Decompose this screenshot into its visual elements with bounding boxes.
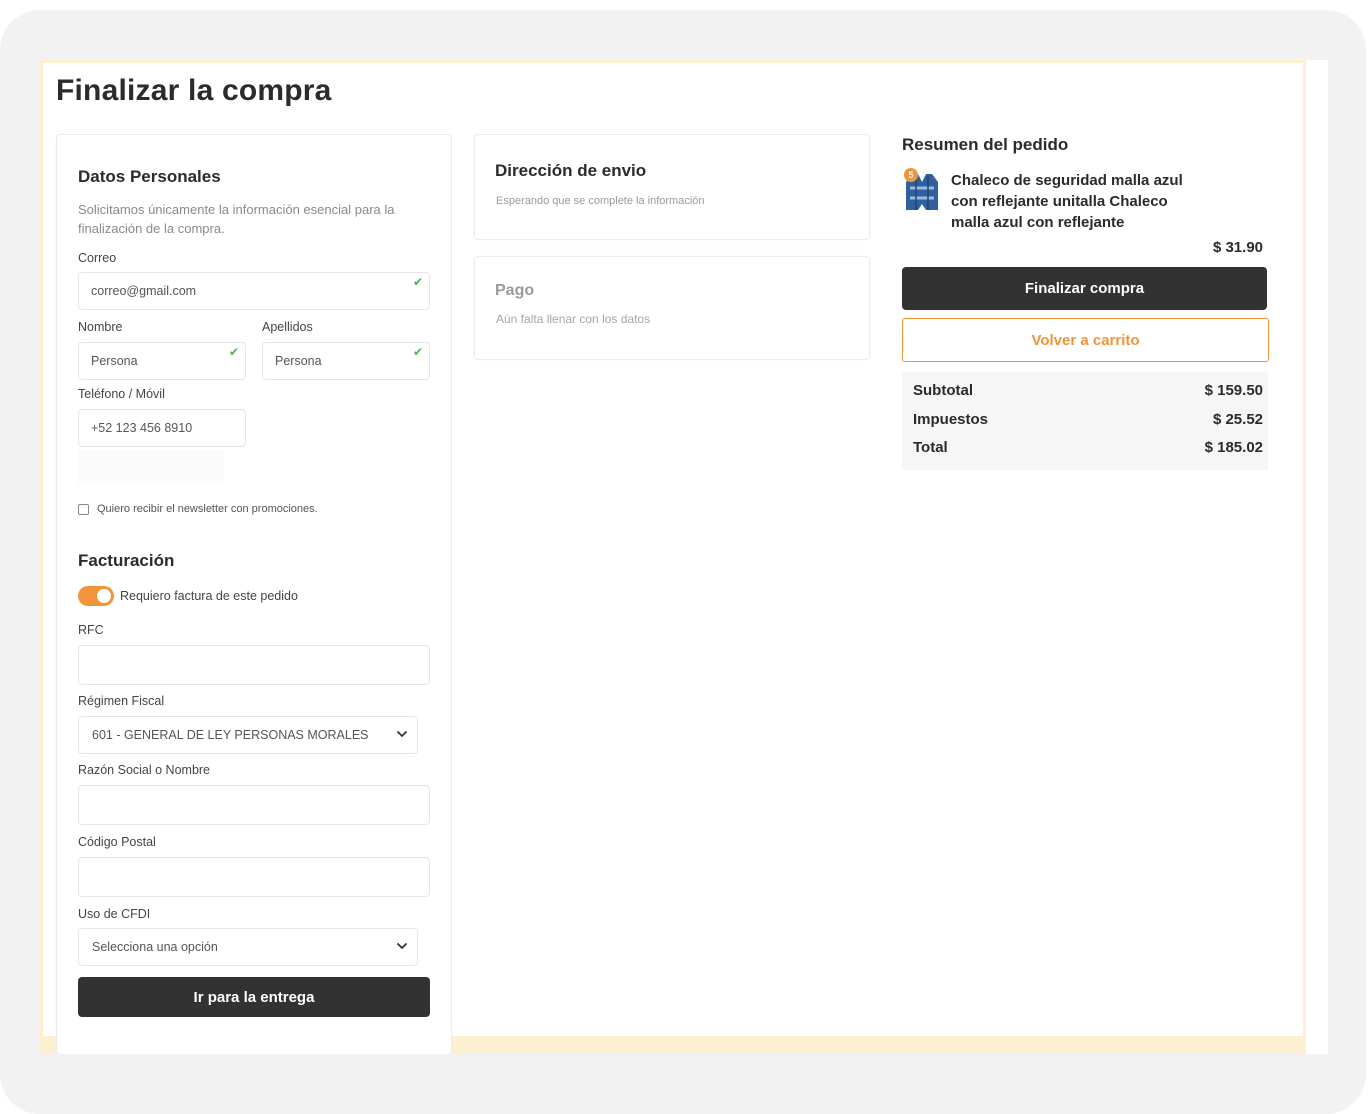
go-to-delivery-button[interactable]: Ir para la entrega	[78, 977, 430, 1017]
quantity-badge: 5	[904, 168, 918, 182]
cp-field[interactable]	[78, 857, 430, 897]
toggle-knob	[97, 589, 111, 603]
personal-description: Solicitamos únicamente la información es…	[78, 202, 395, 236]
shipping-status: Esperando que se complete la información	[496, 195, 705, 207]
right-margin	[1306, 60, 1328, 1054]
rfc-label: RFC	[78, 623, 104, 637]
email-label: Correo	[78, 251, 117, 265]
subtotal-value: $ 159.50	[1204, 382, 1263, 399]
regimen-select[interactable]: 601 - GENERAL DE LEY PERSONAS MORALES	[78, 716, 418, 754]
taxes-label: Impuestos	[913, 411, 989, 428]
summary-heading: Resumen del pedido	[902, 135, 1069, 154]
personal-heading: Datos Personales	[78, 167, 221, 186]
rfc-field[interactable]	[78, 645, 430, 685]
payment-card	[474, 256, 870, 360]
invoice-toggle-label: Requiero factura de este pedido	[120, 589, 298, 603]
taxes-value: $ 25.52	[1212, 411, 1263, 428]
total-value: $ 185.02	[1204, 439, 1263, 456]
razon-label: Razón Social o Nombre	[78, 763, 211, 777]
name-value: Persona	[91, 354, 138, 368]
phone-label: Teléfono / Móvil	[78, 387, 165, 401]
email-value: correo@gmail.com	[91, 284, 197, 298]
lastname-value: Persona	[275, 354, 322, 368]
payment-heading: Pago	[495, 282, 535, 299]
check-icon: ✔	[412, 345, 423, 359]
cfdi-label: Uso de CFDI	[78, 907, 151, 921]
cfdi-value: Selecciona una opción	[92, 940, 218, 954]
newsletter-label: Quiero recibir el newsletter con promoci…	[97, 503, 318, 515]
razon-field[interactable]	[78, 785, 430, 825]
cp-label: Código Postal	[78, 835, 156, 849]
regimen-label: Régimen Fiscal	[78, 694, 165, 708]
back-to-cart-button[interactable]: Volver a carrito	[902, 318, 1269, 362]
total-label: Total	[913, 439, 948, 456]
name-field[interactable]: Persona ✔	[78, 342, 246, 380]
check-icon: ✔	[228, 345, 239, 359]
newsletter-checkbox[interactable]	[78, 504, 89, 515]
phone-field[interactable]: +52 123 456 8910	[78, 409, 246, 447]
product-price: $ 31.90	[1212, 239, 1263, 256]
phone-value: +52 123 456 8910	[91, 421, 193, 435]
shipping-card	[474, 134, 870, 240]
name-label: Nombre	[78, 320, 123, 334]
page-title: Finalizar la compra	[56, 74, 332, 107]
invoice-toggle[interactable]	[78, 586, 114, 606]
payment-status: Aún falta llenar con los datos	[496, 312, 651, 326]
lastname-label: Apellidos	[262, 320, 313, 334]
check-icon: ✔	[412, 275, 423, 289]
billing-heading: Facturación	[78, 551, 175, 570]
lastname-field[interactable]: Persona ✔	[262, 342, 430, 380]
subtotal-label: Subtotal	[913, 382, 973, 399]
shipping-heading: Dirección de envio	[495, 161, 647, 180]
email-field[interactable]: correo@gmail.com ✔	[78, 272, 430, 310]
cfdi-select[interactable]: Selecciona una opción	[78, 928, 418, 966]
placeholder-block	[78, 450, 224, 484]
regimen-value: 601 - GENERAL DE LEY PERSONAS MORALES	[92, 728, 369, 742]
chevron-down-icon	[397, 731, 407, 737]
chevron-down-icon	[397, 943, 407, 949]
product-name: Chaleco de seguridad malla azul con refl…	[951, 172, 1183, 231]
checkout-button[interactable]: Finalizar compra	[902, 267, 1267, 310]
